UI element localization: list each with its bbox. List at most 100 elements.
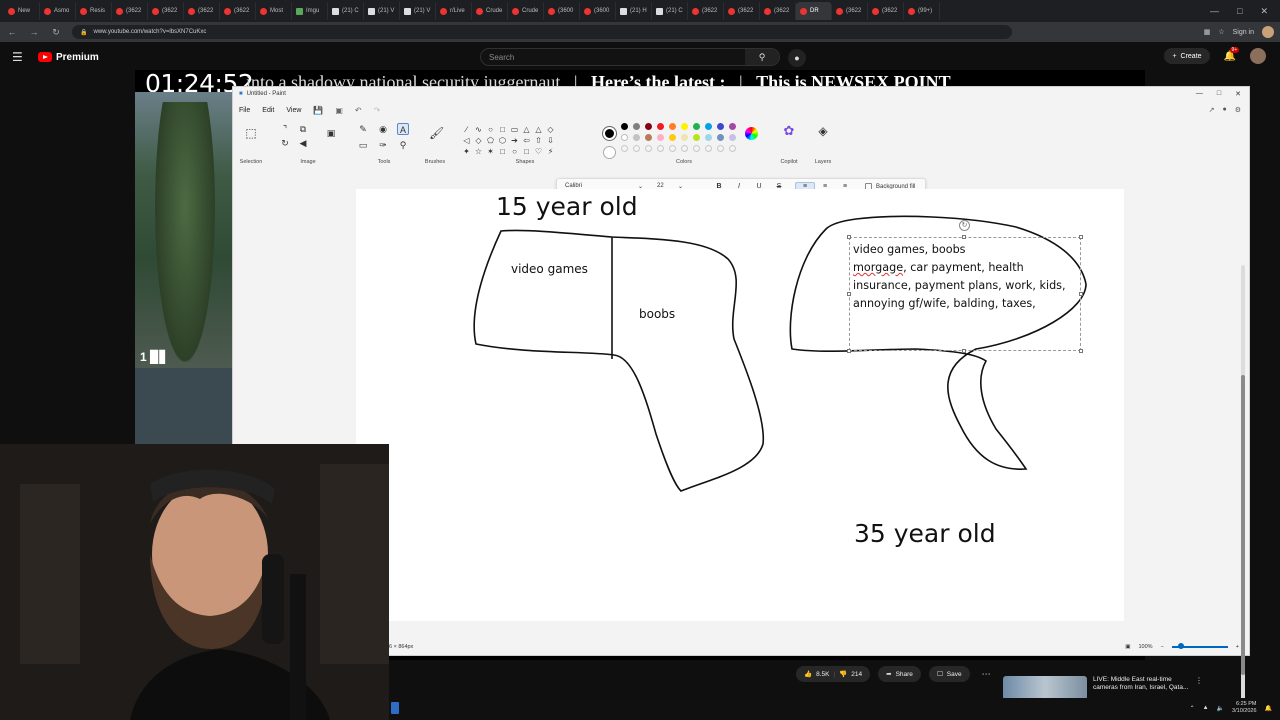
browser-tab[interactable]: (3622	[220, 2, 256, 20]
browser-tab[interactable]: r/Live	[436, 2, 472, 20]
maximize-icon[interactable]: □	[1237, 6, 1242, 17]
browser-tab[interactable]: (21) C	[328, 2, 364, 20]
color-swatch[interactable]	[693, 123, 700, 130]
browser-tab[interactable]: Resis	[76, 2, 112, 20]
browser-tab[interactable]: DR	[796, 2, 832, 20]
browser-tab[interactable]: (3600	[544, 2, 580, 20]
more-actions-icon[interactable]: ⋯	[982, 669, 991, 680]
custom-color-slot[interactable]	[729, 145, 736, 152]
eraser-icon[interactable]: ▭	[357, 139, 369, 151]
notifications-icon[interactable]: 🔔	[1265, 705, 1272, 712]
taskbar-clock[interactable]: 6:25 PM 3/10/2026	[1232, 701, 1256, 715]
open-icon[interactable]: ▣	[335, 106, 343, 115]
back-icon[interactable]: ←	[6, 27, 18, 37]
menu-icon[interactable]: ☰	[12, 50, 34, 64]
menu-file[interactable]: File	[239, 107, 250, 114]
color-swatch[interactable]	[717, 134, 724, 141]
sign-in-button[interactable]: Sign in	[1233, 29, 1254, 36]
magnifier-icon[interactable]: ⚲	[397, 139, 409, 151]
resize-icon[interactable]: ⧉	[297, 123, 309, 135]
url-field[interactable]: 🔒 www.youtube.com/watch?v=lbsXN7CuKxc	[72, 25, 1012, 39]
paint-canvas[interactable]: 15 year old video games boobs 35 year ol…	[356, 189, 1124, 621]
paint-maximize-icon[interactable]: □	[1217, 90, 1221, 98]
save-icon[interactable]: 💾	[313, 106, 323, 115]
custom-color-slot[interactable]	[645, 145, 652, 152]
resize-handle[interactable]	[847, 292, 851, 296]
save-button[interactable]: ☐ Save	[928, 666, 970, 682]
brush-icon[interactable]: 🖌	[429, 127, 444, 139]
custom-color-slot[interactable]	[633, 145, 640, 152]
thumbs-down-icon[interactable]: 👎	[839, 670, 847, 678]
youtube-search-input[interactable]: Search ⚲	[480, 48, 780, 66]
color-swatch[interactable]	[717, 123, 724, 130]
selection-icon[interactable]: ⬚	[245, 127, 257, 139]
browser-tab[interactable]: (3622	[724, 2, 760, 20]
reload-icon[interactable]: ↻	[50, 27, 62, 38]
color-swatch[interactable]	[645, 134, 652, 141]
custom-color-slot[interactable]	[657, 145, 664, 152]
extension-icon[interactable]: ▦	[1204, 28, 1211, 36]
share-button[interactable]: ➦ Share	[878, 666, 921, 682]
youtube-logo[interactable]: Premium	[38, 52, 99, 63]
custom-color-slot[interactable]	[693, 145, 700, 152]
recommended-thumbnail[interactable]	[1003, 676, 1087, 700]
browser-tab[interactable]: (3622	[688, 2, 724, 20]
microphone-icon[interactable]: ●	[788, 49, 806, 67]
redo-icon[interactable]: ↷	[374, 106, 381, 115]
copilot-icon[interactable]: ✿	[783, 124, 795, 137]
color-swatch[interactable]	[693, 134, 700, 141]
color-picker-icon[interactable]: ✑	[377, 139, 389, 151]
resize-handle[interactable]	[847, 349, 851, 353]
zoom-slider[interactable]	[1171, 643, 1228, 649]
color-swatch[interactable]	[621, 134, 628, 141]
browser-tab[interactable]: Crude	[472, 2, 508, 20]
color-swatch[interactable]	[681, 123, 688, 130]
forward-icon[interactable]: →	[28, 27, 40, 37]
browser-tab[interactable]: (3622	[760, 2, 796, 20]
zoom-in-icon[interactable]: +	[1236, 644, 1239, 650]
settings-gear-icon[interactable]: ⚙	[1235, 106, 1241, 114]
resize-handle[interactable]	[962, 349, 966, 353]
menu-view[interactable]: View	[286, 107, 301, 114]
resize-handle[interactable]	[962, 235, 966, 239]
taskbar-app-icon[interactable]	[391, 702, 399, 714]
share-icon[interactable]: ↗	[1209, 106, 1215, 114]
like-button[interactable]: 👍 8.5K | 👎 214	[796, 666, 871, 682]
crop-icon[interactable]: ⌝	[279, 123, 291, 135]
right-textbox[interactable]: video games, boobs morgage, car payment,…	[847, 235, 1083, 353]
custom-color-slot[interactable]	[705, 145, 712, 152]
menu-edit[interactable]: Edit	[262, 107, 274, 114]
browser-tab[interactable]: (3600	[580, 2, 616, 20]
browser-tab[interactable]: New	[4, 2, 40, 20]
color-swatch[interactable]	[729, 134, 736, 141]
color-swatch[interactable]	[657, 134, 664, 141]
color-swatch[interactable]	[657, 123, 664, 130]
color-swatch[interactable]	[645, 123, 652, 130]
browser-tab[interactable]: (21) V	[364, 2, 400, 20]
tray-network-icon[interactable]: ▲	[1203, 705, 1209, 711]
custom-color-slot[interactable]	[681, 145, 688, 152]
browser-tab[interactable]: Crude	[508, 2, 544, 20]
resize-handle[interactable]	[1079, 292, 1083, 296]
color-swatch[interactable]	[729, 123, 736, 130]
profile-avatar[interactable]	[1262, 26, 1274, 38]
paint-close-icon[interactable]: ✕	[1235, 90, 1241, 98]
zoom-out-icon[interactable]: −	[1161, 644, 1164, 650]
account-icon[interactable]: ●	[1222, 106, 1226, 114]
secondary-color[interactable]	[603, 146, 616, 159]
tray-chevron-icon[interactable]: ⌃	[1190, 705, 1195, 712]
color-swatch[interactable]	[621, 123, 628, 130]
text-tool-icon[interactable]: A	[397, 123, 409, 135]
browser-tab[interactable]: (21) H	[616, 2, 652, 20]
minimize-icon[interactable]: —	[1210, 6, 1219, 17]
color-swatch[interactable]	[705, 134, 712, 141]
color-swatch[interactable]	[669, 123, 676, 130]
rotate-icon[interactable]: ↻	[279, 137, 291, 149]
fit-icon[interactable]: ▣	[1125, 644, 1130, 650]
color-swatch[interactable]	[669, 134, 676, 141]
undo-icon[interactable]: ↶	[355, 106, 362, 115]
browser-tab[interactable]: (3622	[184, 2, 220, 20]
tray-speaker-icon[interactable]: 🔈	[1217, 705, 1224, 712]
custom-color-slot[interactable]	[717, 145, 724, 152]
recommended-title[interactable]: LIVE: Middle East real-time cameras from…	[1093, 676, 1189, 700]
